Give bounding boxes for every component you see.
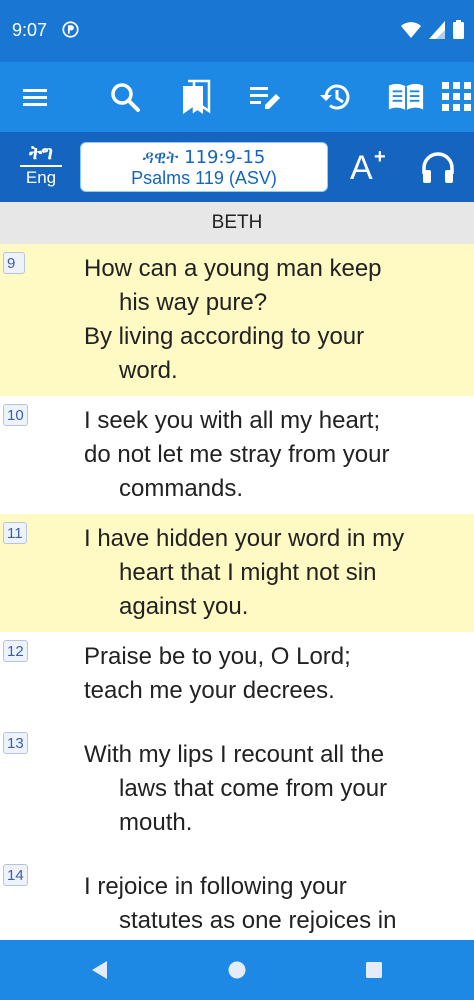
status-bar: 9:07 xyxy=(0,0,474,62)
home-icon[interactable] xyxy=(225,958,249,982)
verse-line: I have hidden your word in my xyxy=(84,525,405,552)
verse-list[interactable]: 9 How can a young man keep his way pure? By… xyxy=(0,244,474,940)
verse-number[interactable]: 12 xyxy=(3,640,28,662)
verse-text: With my lips I recount all the laws that … xyxy=(84,738,464,840)
verse-row[interactable]: 12 Praise be to you, O Lord; teach me your… xyxy=(0,632,474,724)
verse-text: I seek you with all my heart; do not let … xyxy=(84,404,464,506)
verse-line: against you. xyxy=(119,593,249,620)
verse-line: I rejoice in following your xyxy=(84,873,347,900)
language-divider xyxy=(20,165,62,167)
verse-row[interactable]: 11 I have hidden your word in my heart tha… xyxy=(0,514,474,632)
passage-reference-english: Psalms 119 (ASV) xyxy=(131,168,277,188)
verse-line: word. xyxy=(119,357,178,384)
verse-number[interactable]: 10 xyxy=(3,404,28,426)
book-icon xyxy=(388,83,424,111)
main-toolbar xyxy=(0,62,474,132)
recents-icon[interactable] xyxy=(362,958,386,982)
language-toggle[interactable]: ትግ Eng xyxy=(18,142,64,192)
grid-icon xyxy=(442,82,471,111)
verse-line: do not let me stray from your xyxy=(84,441,390,468)
verse-line: his way pure? xyxy=(119,289,268,316)
verse-row[interactable]: 13 With my lips I recount all the laws tha… xyxy=(0,724,474,856)
verse-line: teach me your decrees. xyxy=(84,677,335,704)
grid-button[interactable] xyxy=(438,78,474,116)
headphones-icon xyxy=(422,152,454,183)
passage-selector[interactable]: ዳዊት 119:9-15 Psalms 119 (ASV) xyxy=(80,142,328,192)
history-button[interactable] xyxy=(316,78,354,116)
verse-number[interactable]: 14 xyxy=(3,864,28,886)
section-header: BETH xyxy=(0,202,474,244)
verse-line: By living according to your xyxy=(84,323,365,350)
passage-reference-amharic: ዳዊት 119:9-15 xyxy=(142,147,266,168)
back-icon[interactable] xyxy=(88,958,112,982)
history-icon xyxy=(320,84,350,110)
wifi-icon xyxy=(401,21,421,38)
battery-icon xyxy=(453,20,464,39)
verse-number[interactable]: 9 xyxy=(3,252,25,274)
verse-text: I rejoice in following your statutes as o… xyxy=(84,870,464,940)
font-size-plus: + xyxy=(374,146,386,168)
verse-line: statutes as one rejoices in xyxy=(119,907,397,934)
verse-row[interactable]: 10 I seek you with all my heart; do not le… xyxy=(0,396,474,514)
verse-row[interactable]: 9 How can a young man keep his way pure? By… xyxy=(0,244,474,396)
verse-text: How can a young man keep his way pure? By … xyxy=(84,252,464,388)
verse-line: I seek you with all my heart; xyxy=(84,407,381,434)
reading-button[interactable] xyxy=(387,78,425,116)
search-button[interactable] xyxy=(106,78,144,116)
verse-line: mouth. xyxy=(119,809,193,836)
reference-bar: ትግ Eng ዳዊት 119:9-15 Psalms 119 (ASV) A + xyxy=(0,132,474,202)
bookmark-icon xyxy=(183,79,211,114)
font-size-button[interactable]: A + xyxy=(348,146,388,188)
verse-number[interactable]: 11 xyxy=(3,522,27,544)
verse-line: With my lips I recount all the xyxy=(84,741,385,768)
language-amharic-label: ትግ xyxy=(29,142,53,164)
verse-line: commands. xyxy=(119,475,244,502)
verse-line: laws that come from your xyxy=(119,775,388,802)
verse-line: How can a young man keep xyxy=(84,255,382,282)
bookmarks-button[interactable] xyxy=(177,78,215,116)
font-size-label: A xyxy=(350,149,373,187)
search-icon xyxy=(111,83,140,112)
audio-button[interactable] xyxy=(420,150,456,186)
app-notification-icon xyxy=(62,21,79,38)
verse-text: I have hidden your word in my heart that … xyxy=(84,522,464,624)
system-nav-bar xyxy=(0,940,474,1000)
verse-line: heart that I might not sin xyxy=(119,559,377,586)
menu-icon xyxy=(23,89,47,106)
verse-row[interactable]: 14 I rejoice in following your statutes as… xyxy=(0,856,474,940)
notes-button[interactable] xyxy=(246,78,284,116)
verse-line: Praise be to you, O Lord; xyxy=(84,643,351,670)
menu-button[interactable] xyxy=(16,78,54,116)
status-time: 9:07 xyxy=(12,20,48,40)
verse-text: Praise be to you, O Lord; teach me your d… xyxy=(84,640,464,708)
signal-icon xyxy=(429,20,445,39)
verse-number[interactable]: 13 xyxy=(3,732,28,754)
notes-icon xyxy=(250,87,280,109)
language-english-label: Eng xyxy=(25,168,57,187)
